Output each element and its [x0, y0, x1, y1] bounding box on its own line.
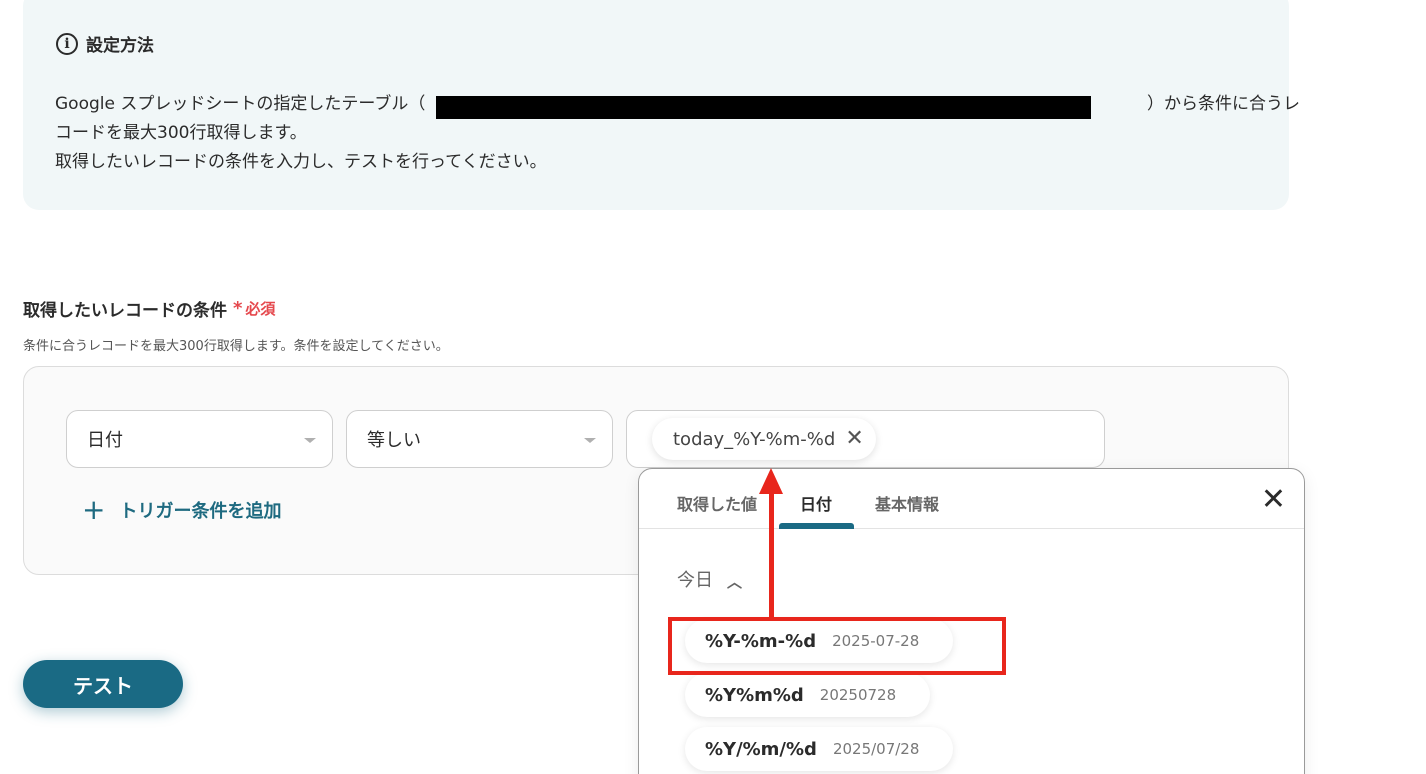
- field-description: 条件に合うレコードを最大300行取得します。条件を設定してください。: [23, 339, 449, 354]
- chevron-up-icon: ︿: [727, 572, 743, 591]
- info-line1-suffix: ）から条件に合うレ: [1147, 94, 1300, 114]
- chevron-down-icon: [584, 438, 596, 443]
- required-badge: * 必須: [233, 298, 275, 319]
- redaction-bar: [436, 96, 1091, 119]
- info-icon: i: [56, 32, 78, 55]
- field-label-text: 取得したいレコードの条件: [23, 301, 227, 321]
- tab-acquired-values[interactable]: 取得した値: [677, 491, 757, 515]
- active-tab-indicator: [779, 523, 854, 529]
- format-sample: 20250728: [819, 686, 897, 704]
- required-mark: *: [233, 297, 243, 319]
- annotation-arrow-line: [769, 490, 774, 618]
- format-option[interactable]: %Y%m%d 20250728: [685, 673, 931, 717]
- dropdown-tabs: 取得した値 日付 基本情報 ✕: [639, 469, 1304, 529]
- required-text: 必須: [245, 300, 276, 318]
- column-select[interactable]: 日付: [66, 410, 333, 468]
- remove-chip-icon[interactable]: ✕: [845, 428, 863, 450]
- info-line1-prefix: Google スプレッドシートの指定したテーブル（: [55, 94, 426, 114]
- tab-basic-info[interactable]: 基本情報: [875, 491, 939, 515]
- test-button[interactable]: テスト: [23, 660, 183, 708]
- close-icon[interactable]: ✕: [1261, 485, 1286, 515]
- info-title-text: 設定方法: [86, 36, 154, 56]
- format-code: %Y%m%d: [705, 684, 804, 706]
- field-label: 取得したいレコードの条件 * 必須: [23, 296, 275, 321]
- operator-select[interactable]: 等しい: [346, 410, 613, 468]
- format-code: %Y/%m/%d: [705, 738, 817, 760]
- value-chip-label: today_%Y-%m-%d: [673, 428, 836, 450]
- format-option[interactable]: %Y/%m/%d 2025/07/28: [685, 727, 954, 771]
- info-title: i 設定方法: [56, 31, 154, 56]
- column-select-value: 日付: [87, 430, 123, 451]
- section-today[interactable]: 今日 ︿: [677, 566, 742, 592]
- add-trigger-label: トリガー条件を追加: [119, 501, 282, 522]
- plus-icon: +: [82, 493, 106, 526]
- tab-date[interactable]: 日付: [800, 491, 832, 515]
- add-trigger-button[interactable]: + トリガー条件を追加: [82, 496, 281, 524]
- info-line2: コードを最大300行取得します。: [55, 123, 307, 143]
- format-sample: 2025/07/28: [832, 740, 920, 758]
- section-today-label: 今日: [677, 570, 713, 591]
- annotation-highlight-box: [668, 617, 1006, 675]
- chevron-down-icon: [304, 438, 316, 443]
- operator-select-value: 等しい: [367, 430, 421, 451]
- value-chip: today_%Y-%m-%d ✕: [652, 418, 876, 460]
- info-line3: 取得したいレコードの条件を入力し、テストを行ってください。: [55, 152, 547, 172]
- annotation-arrow-head: [759, 468, 783, 494]
